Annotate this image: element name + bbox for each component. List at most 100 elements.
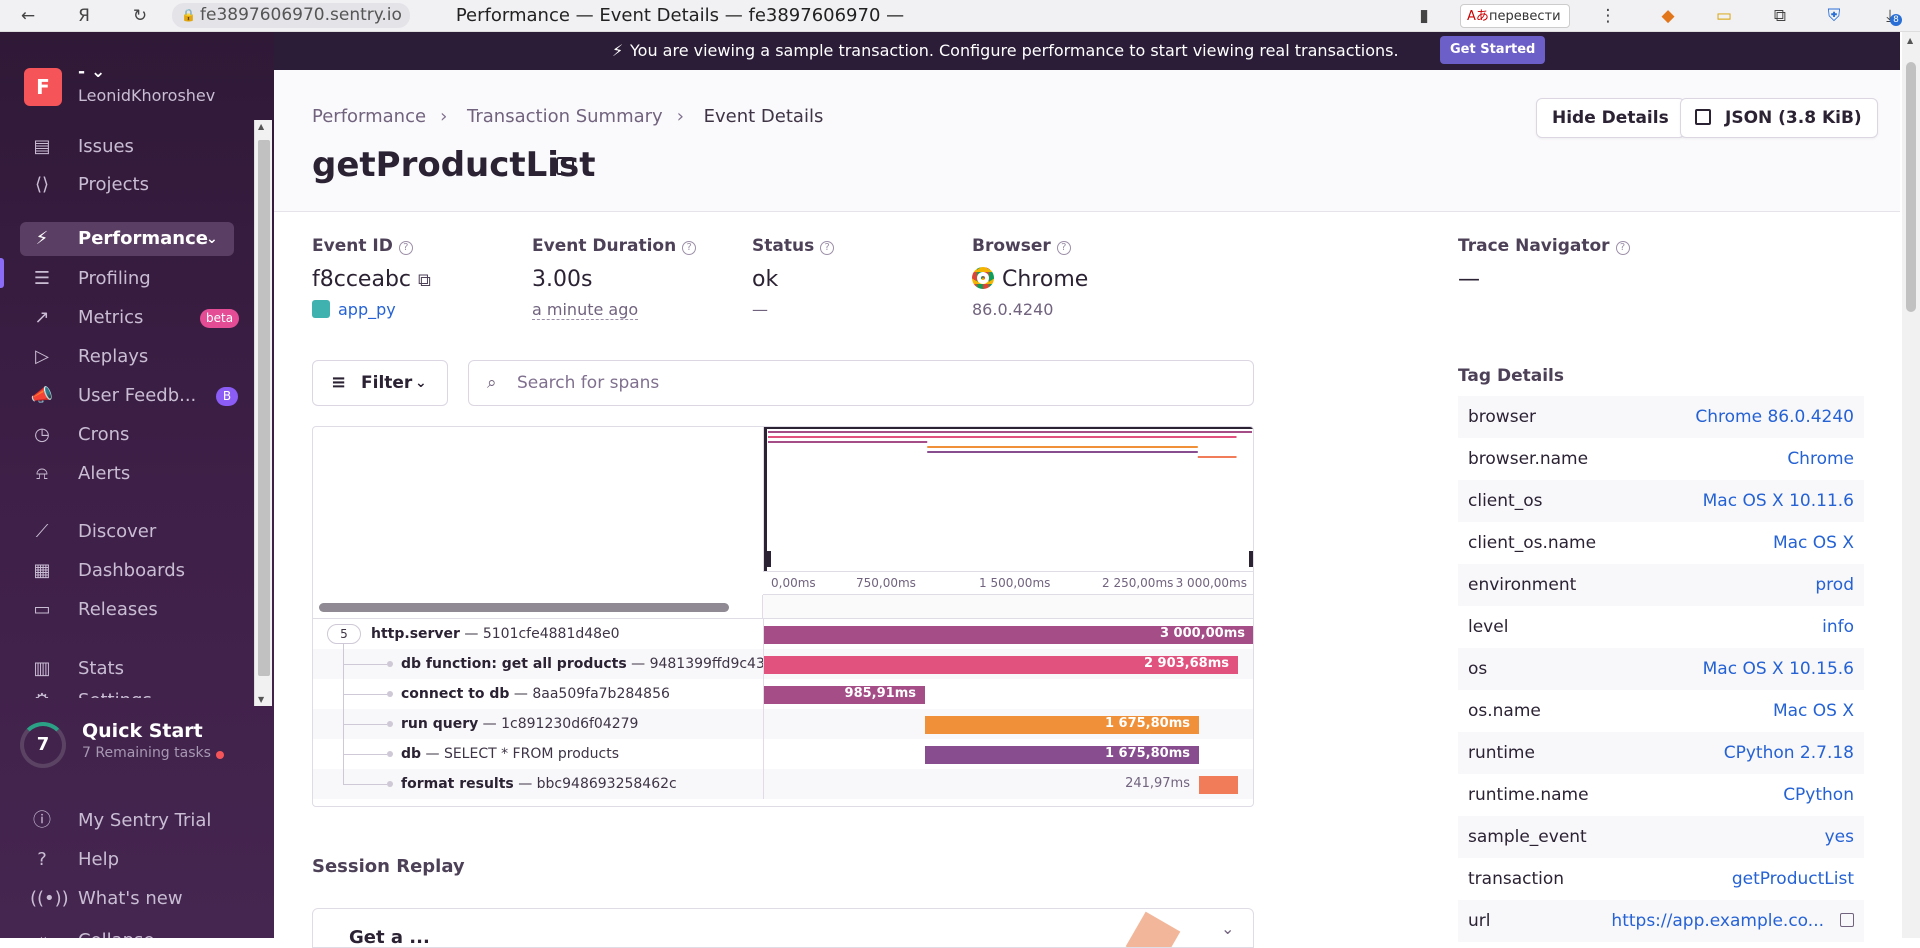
page-scrollbar[interactable]: ▲ (1902, 32, 1920, 938)
battery-icon[interactable]: ▭ (1712, 4, 1736, 28)
tag-value[interactable]: CPython (1783, 774, 1854, 816)
minimap-handle-right-grip[interactable] (1249, 551, 1254, 567)
tag-row-browser-name[interactable]: browser.name Chrome (1458, 438, 1864, 480)
scrollbar-thumb[interactable] (258, 140, 270, 676)
minimap[interactable] (763, 427, 1254, 571)
sidebar-item-crons[interactable]: ◷ Crons (20, 418, 234, 452)
json-button[interactable]: JSON (3.8 KiB) (1680, 98, 1878, 138)
tag-row-url[interactable]: url https://app.example.co... (1458, 900, 1864, 942)
sidebar-item-metrics[interactable]: ↗ Metrics beta (20, 301, 240, 335)
quick-start-title[interactable]: Quick Start (82, 720, 203, 742)
tag-row-client-os-name[interactable]: client_os.name Mac OS X (1458, 522, 1864, 564)
copy-icon[interactable]: ⧉ (418, 270, 431, 291)
sidebar-item-user-feedback[interactable]: 📣 User Feedb... B (20, 379, 238, 413)
span-row[interactable]: format results — bbc948693258462c 241,97… (313, 769, 1253, 799)
session-replay-card[interactable]: Get a ... ⌄ (312, 908, 1254, 948)
help-icon[interactable]: ? (1056, 241, 1071, 255)
tag-value[interactable]: info (1822, 606, 1854, 648)
help-icon[interactable]: ? (820, 241, 835, 255)
get-started-button[interactable]: Get Started (1440, 36, 1546, 64)
span-row[interactable]: run query — 1c891230d6f04279 1 675,80ms (313, 709, 1253, 739)
help-icon[interactable]: ? (682, 241, 697, 255)
span-bar[interactable] (1199, 776, 1238, 794)
sidebar-item-alerts[interactable]: ⍾ Alerts (20, 457, 234, 491)
span-count-badge[interactable]: 5 (327, 624, 361, 644)
shield-icon[interactable]: ⛨ (1822, 4, 1846, 28)
sidebar-item-whats-new[interactable]: ((•)) What's new (20, 882, 234, 916)
sidebar-item-help[interactable]: ? Help (20, 843, 234, 877)
sidebar-item-projects[interactable]: ⟨⟩ Projects (20, 168, 234, 202)
sidebar-item-releases[interactable]: ▭ Releases (20, 593, 234, 627)
tag-row-transaction[interactable]: transaction getProductList (1458, 858, 1864, 900)
tag-value[interactable]: yes (1825, 816, 1854, 858)
tag-row-browser[interactable]: browser Chrome 86.0.4240 (1458, 396, 1864, 438)
help-icon[interactable]: ? (398, 241, 413, 255)
scrollbar-thumb[interactable] (1906, 62, 1916, 312)
breadcrumb-transaction-summary[interactable]: Transaction Summary (467, 106, 663, 127)
breadcrumb-performance[interactable]: Performance (312, 106, 426, 127)
sidebar-item-performance[interactable]: ⚡ Performance ⌄ (20, 222, 234, 256)
address-bar[interactable]: 🔒 fe3897606970.sentry.io (172, 3, 410, 28)
sidebar-item-discover[interactable]: ⟋ Discover (20, 515, 234, 549)
tag-row-sample-event[interactable]: sample_event yes (1458, 816, 1864, 858)
hide-details-button[interactable]: Hide Details (1536, 98, 1685, 138)
quick-start-progress[interactable]: 7 (20, 722, 66, 768)
span-search-input[interactable]: ⌕ Search for spans (468, 360, 1254, 406)
sidebar-item-replays[interactable]: ▷ Replays (20, 340, 234, 374)
sidebar-item-trial[interactable]: ⓘ My Sentry Trial (20, 804, 234, 838)
org-avatar[interactable]: F (24, 68, 62, 106)
tag-row-os-name[interactable]: os.name Mac OS X (1458, 690, 1864, 732)
waterfall-scrollbar[interactable] (313, 595, 763, 619)
scroll-down-icon[interactable]: ▼ (258, 695, 264, 704)
minimap-handle-left-grip[interactable] (764, 551, 771, 567)
menu-icon[interactable]: ⋮ (1596, 4, 1620, 28)
sidebar-item-issues[interactable]: ▤ Issues (20, 130, 234, 164)
chevron-down-icon[interactable]: ⌄ (1221, 919, 1234, 938)
tag-value[interactable]: prod (1815, 564, 1854, 606)
extensions-icon[interactable]: ⧉ (1768, 4, 1792, 28)
tag-value[interactable]: Mac OS X 10.11.6 (1703, 480, 1854, 522)
tag-value[interactable]: Mac OS X (1773, 522, 1854, 564)
org-name[interactable]: - ⌄ (78, 62, 105, 82)
tag-row-level[interactable]: level info (1458, 606, 1864, 648)
span-row[interactable]: connect to db — 8aa509fa7b284856 985,91m… (313, 679, 1253, 709)
tag-row-os[interactable]: os Mac OS X 10.15.6 (1458, 648, 1864, 690)
filter-button[interactable]: ≡ Filter ⌄ (312, 360, 448, 406)
scroll-up-icon[interactable]: ▲ (1907, 36, 1913, 45)
scrollbar-thumb[interactable] (319, 603, 729, 612)
tag-value[interactable]: Mac OS X (1773, 690, 1854, 732)
span-row[interactable]: db function: get all products — 9481399f… (313, 649, 1253, 679)
span-row[interactable]: db — SELECT * FROM products 1 675,80ms (313, 739, 1253, 769)
back-icon[interactable]: ← (16, 4, 40, 28)
project-link[interactable]: app_py (312, 300, 396, 319)
tag-row-client-os[interactable]: client_os Mac OS X 10.11.6 (1458, 480, 1864, 522)
span-row[interactable]: http.server — 5101cfe4881d48e0 3 000,00m… (313, 619, 1253, 649)
tag-value[interactable]: Mac OS X 10.15.6 (1703, 648, 1854, 690)
sidebar-item-collapse[interactable]: « Collapse (20, 924, 234, 938)
external-link-icon[interactable] (1840, 913, 1854, 927)
minimap-handle-left[interactable] (764, 427, 767, 571)
minimap-handle-right[interactable] (1253, 427, 1254, 571)
sidebar-item-dashboards[interactable]: ▦ Dashboards (20, 554, 234, 588)
tag-row-environment[interactable]: environment prod (1458, 564, 1864, 606)
reload-icon[interactable]: ↻ (128, 4, 152, 28)
sidebar-item-stats[interactable]: ▥ Stats (20, 652, 234, 686)
sidebar-item-profiling[interactable]: ☰ Profiling (20, 262, 234, 296)
tag-value[interactable]: Chrome (1787, 438, 1854, 480)
tag-value[interactable]: CPython 2.7.18 (1724, 732, 1854, 774)
tag-row-runtime[interactable]: runtime CPython 2.7.18 (1458, 732, 1864, 774)
tag-row-runtime-name[interactable]: runtime.name CPython (1458, 774, 1864, 816)
download-icon[interactable]: ⤓8 (1878, 4, 1902, 28)
sidebar-scrollbar[interactable]: ▲ ▼ (254, 120, 272, 706)
translate-button[interactable]: Aあ перевести (1460, 4, 1570, 28)
tag-value[interactable]: getProductList (1732, 858, 1854, 900)
tag-value[interactable]: Chrome 86.0.4240 (1695, 396, 1854, 438)
tag-value[interactable]: https://app.example.co... (1611, 900, 1824, 942)
external-link-icon[interactable] (556, 157, 574, 175)
sidebar-item-settings[interactable]: ⚙ Settings (20, 684, 234, 698)
help-icon[interactable]: ? (1615, 241, 1630, 255)
metamask-icon[interactable]: ◆ (1656, 4, 1680, 28)
bookmark-icon[interactable]: ▮ (1412, 4, 1436, 28)
scroll-up-icon[interactable]: ▲ (258, 122, 264, 131)
yandex-icon[interactable]: Я (72, 4, 96, 28)
